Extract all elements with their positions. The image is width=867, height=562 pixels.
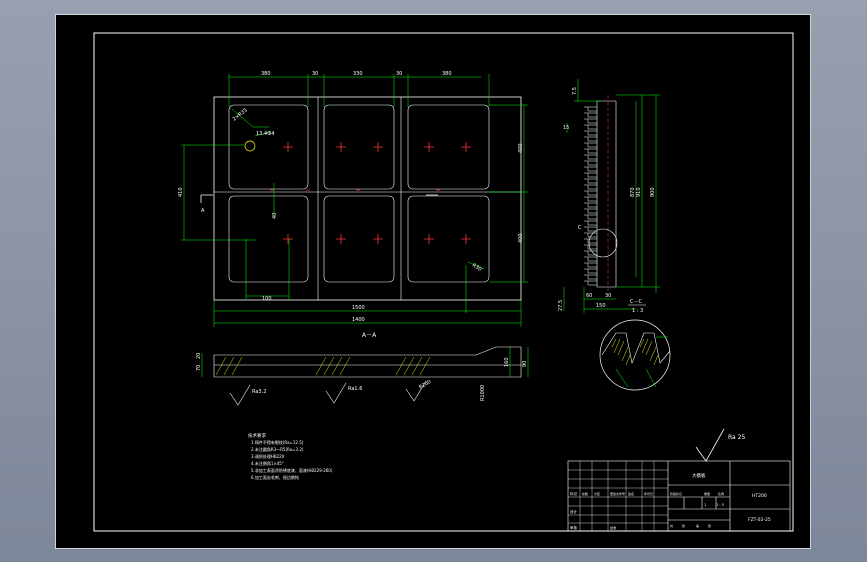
cell-5: 年月日 xyxy=(644,491,653,496)
section-right-dim-1: 160 xyxy=(504,357,510,367)
corner-callout: R30 xyxy=(471,263,483,273)
dim-top-2: 30 xyxy=(312,71,318,77)
cell-1: 处数 xyxy=(582,491,588,496)
note-line-6: 6.加工面去毛刺、锐边倒钝 xyxy=(251,474,299,480)
cell-3: 更改文件号 xyxy=(610,491,625,496)
technical-notes[interactable]: 技术要求 1.铸件不得有裂纹(Ra=12.5) 2.未注圆角R3～R5(Ra=3… xyxy=(248,432,333,480)
dim-top-3: 330 xyxy=(353,71,363,77)
detail-scale: 1 : 3 xyxy=(632,308,643,314)
row-label-1: 标记 xyxy=(570,491,578,496)
side-left-dim-2: 27.5 xyxy=(558,300,564,311)
dim-right-1: 400 xyxy=(518,143,524,153)
dim-bottom-2: 1500 xyxy=(352,305,365,311)
pocket-2 xyxy=(323,104,395,190)
row-label-2: 设计 xyxy=(570,509,578,514)
section-left-dim-1: 70 xyxy=(196,365,202,371)
roughness-label: Ra 25 xyxy=(728,434,745,441)
dim-left: 410 xyxy=(178,187,184,197)
part-name: 大模板 xyxy=(692,472,706,479)
plan-dimension-lines xyxy=(181,74,528,327)
notes-heading: 技术要求 xyxy=(248,432,266,439)
detail-title: C－C xyxy=(630,299,642,305)
rough-label-1: Ra3.2 xyxy=(252,389,266,395)
dim-bottom-3: 1400 xyxy=(352,317,365,323)
title-block[interactable]: 大模板 HT200 FZT-02-25 标记 设计 审核 处数 分区 更改文件号… xyxy=(567,460,791,532)
section-marker: A xyxy=(201,208,205,214)
side-bottom-dim-3: 150 xyxy=(596,303,606,309)
section-view[interactable]: Ra3.2 Ra1.6 R200 R1000 70 20 160 90 xyxy=(196,346,529,406)
cell-7: 重量 xyxy=(704,491,710,496)
pocket-5 xyxy=(323,195,395,283)
scale-value: 1 : 5 xyxy=(716,503,724,507)
row-label-3: 审核 xyxy=(570,525,578,530)
cell-13: 批准 xyxy=(610,525,616,530)
side-bottom-dim-1: 60 xyxy=(586,293,592,299)
side-view-teeth xyxy=(584,106,597,286)
pocket-3 xyxy=(407,104,490,190)
detail-view[interactable]: C－C 1 : 3 xyxy=(599,299,671,391)
dim-top-4: 30 xyxy=(396,71,402,77)
drawing-sheet[interactable]: A 380 30 330 30 380 410 400 400 100 1500… xyxy=(55,14,811,549)
section-title: A－A xyxy=(362,332,377,339)
note-line-4: 4.未注倒角1×45° xyxy=(251,460,284,466)
cell-2: 分区 xyxy=(594,491,600,496)
side-right-dim-3: 900 xyxy=(650,187,656,197)
cell-9: 共 xyxy=(670,523,673,528)
section-right-dim-2: 90 xyxy=(522,361,528,367)
drawing-number: FZT-02-25 xyxy=(748,517,771,523)
center-marks xyxy=(270,142,471,244)
rough-label-2: Ra1.6 xyxy=(348,386,362,392)
section-hatch xyxy=(215,356,431,376)
side-dimension-lines xyxy=(563,79,660,313)
detail-hatch xyxy=(611,338,659,366)
inner-dim: 40 xyxy=(272,213,278,219)
weight-value: 1 xyxy=(704,503,706,507)
hole-circle xyxy=(244,140,256,152)
section-left-dim-2: 20 xyxy=(196,353,202,359)
cell-11: 第 xyxy=(696,523,699,528)
pocket-4 xyxy=(228,195,309,283)
plan-view[interactable]: A 380 30 330 30 380 410 400 400 100 1500… xyxy=(178,71,528,339)
material: HT200 xyxy=(752,493,767,499)
dim-top-5: 380 xyxy=(442,71,452,77)
cell-12: 张 xyxy=(708,523,711,528)
cell-10: 张 xyxy=(682,523,685,528)
rough-label-4: R1000 xyxy=(480,385,486,401)
side-top-dim: 7.5 xyxy=(572,87,578,95)
side-view[interactable]: 7.5 15 27.5 870 910 900 60 30 150 C xyxy=(558,79,660,313)
cell-6: 阶段标记 xyxy=(670,491,682,496)
drawing-canvas: A 380 30 330 30 380 410 400 400 100 1500… xyxy=(93,32,794,532)
cell-4: 签名 xyxy=(628,491,634,496)
side-right-dim-2: 910 xyxy=(636,187,642,197)
note-line-5: 5.非加工表面涂防锈底漆、面漆(HB229-260) xyxy=(251,467,333,473)
cell-8: 比例 xyxy=(718,491,724,496)
dim-top-1: 380 xyxy=(261,71,271,77)
side-bottom-dim-2: 30 xyxy=(605,293,611,299)
cad-viewport[interactable]: A 380 30 330 30 380 410 400 400 100 1500… xyxy=(0,0,867,562)
radius-callout: 2×R35 xyxy=(232,107,249,122)
side-left-dim-1: 15 xyxy=(563,125,569,131)
note-line-1: 1.铸件不得有裂纹(Ra=12.5) xyxy=(251,439,304,445)
note-line-3: 3.调质处理HB220 xyxy=(251,453,285,459)
note-line-2: 2.未注圆角R3～R5(Ra=3.2) xyxy=(251,446,304,452)
detail-marker: C xyxy=(578,225,582,231)
dim-bottom-1: 100 xyxy=(262,296,272,302)
dim-right-2: 400 xyxy=(518,233,524,243)
hole-callout: 13.4Ф4 xyxy=(256,131,275,137)
rough-label-3: R200 xyxy=(418,379,432,391)
general-roughness[interactable]: Ra 25 xyxy=(695,428,745,462)
